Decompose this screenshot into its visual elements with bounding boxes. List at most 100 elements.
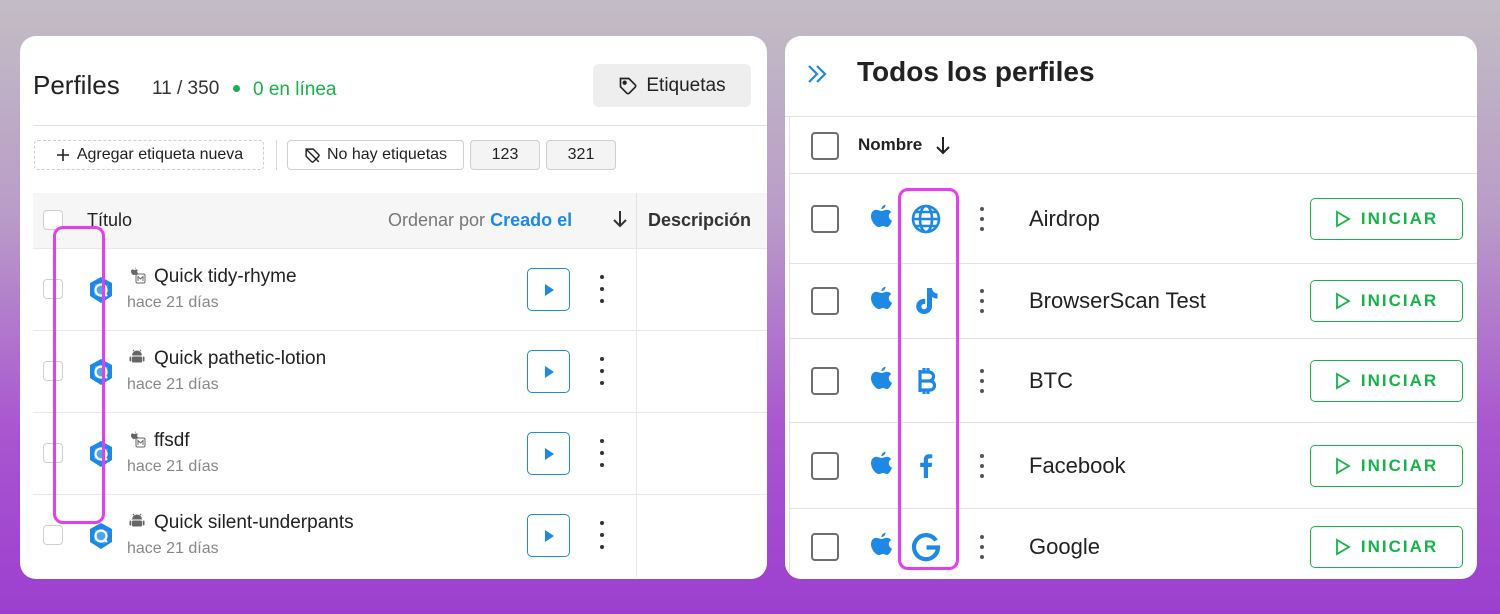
- row-checkbox[interactable]: [811, 532, 839, 561]
- more-options-icon[interactable]: [599, 357, 605, 385]
- no-tags-label: No hay etiquetas: [326, 146, 448, 163]
- more-options-icon[interactable]: [979, 534, 985, 559]
- online-status-dot: [233, 85, 240, 92]
- profile-created-date: hace 21 días: [127, 458, 219, 475]
- row-checkbox[interactable]: [811, 287, 839, 315]
- start-button-label: INICIAR: [1360, 370, 1439, 390]
- apple-icon: [871, 204, 892, 227]
- apple-icon: [871, 532, 892, 555]
- table-row[interactable]: Quick pathetic-lotion hace 21 días: [33, 330, 767, 413]
- play-outline-icon: [1335, 456, 1351, 475]
- row-checkbox[interactable]: [43, 525, 63, 545]
- play-outline-icon: [1335, 371, 1351, 390]
- select-all-checkbox[interactable]: [811, 132, 839, 160]
- profile-name[interactable]: Facebook: [1029, 453, 1126, 479]
- tags-button[interactable]: Etiquetas: [593, 64, 751, 107]
- double-chevron-right-icon[interactable]: [804, 61, 830, 87]
- more-options-icon[interactable]: [599, 521, 605, 549]
- play-icon: [544, 365, 554, 378]
- start-profile-button[interactable]: [527, 350, 570, 393]
- more-options-icon[interactable]: [979, 206, 985, 231]
- more-options-icon[interactable]: [599, 275, 605, 303]
- start-button[interactable]: INICIAR: [1310, 197, 1463, 240]
- play-outline-icon: [1335, 209, 1351, 228]
- profile-name[interactable]: Airdrop: [1029, 206, 1100, 232]
- table-row[interactable]: Quick tidy-rhyme hace 21 días: [33, 248, 767, 331]
- add-tag-button[interactable]: Agregar etiqueta nueva: [34, 140, 264, 170]
- start-profile-button[interactable]: [527, 514, 570, 557]
- table-row[interactable]: BrowserScan Test INICIAR: [790, 263, 1477, 338]
- apple-m-icon: [131, 267, 146, 284]
- table-row[interactable]: Google INICIAR: [790, 508, 1477, 579]
- start-button-label: INICIAR: [1360, 536, 1439, 556]
- start-button[interactable]: INICIAR: [1310, 525, 1463, 568]
- start-profile-button[interactable]: [527, 268, 570, 311]
- profile-name[interactable]: Google: [1029, 534, 1100, 560]
- sort-control[interactable]: Ordenar por Creado el: [388, 210, 572, 231]
- apple-icon: [871, 286, 892, 309]
- no-tags-filter[interactable]: No hay etiquetas: [287, 140, 464, 170]
- arrow-down-icon[interactable]: [611, 208, 629, 230]
- profile-name[interactable]: Quick pathetic-lotion: [154, 348, 326, 370]
- play-outline-icon: [1335, 537, 1351, 556]
- profile-count: 11 / 350: [152, 78, 220, 99]
- more-options-icon[interactable]: [979, 453, 985, 478]
- tag-icon: [620, 77, 637, 94]
- android-icon: [129, 349, 145, 363]
- profile-created-date: hace 21 días: [127, 376, 219, 393]
- all-profiles-panel: Todos los perfiles Nombre Airdrop INICIA…: [785, 36, 1477, 579]
- column-separator: [636, 193, 637, 248]
- tag-off-icon: [305, 147, 320, 163]
- tag-chip[interactable]: 123: [470, 140, 540, 170]
- apple-icon: [871, 451, 892, 474]
- column-separator: [636, 331, 637, 413]
- row-checkbox[interactable]: [811, 451, 839, 480]
- apple-icon: [871, 366, 892, 389]
- divider: [33, 125, 767, 126]
- column-separator: [636, 495, 637, 577]
- table-header: Nombre: [790, 117, 1477, 173]
- arrow-down-icon[interactable]: [932, 134, 954, 156]
- table-row[interactable]: ffsdf hace 21 días: [33, 412, 767, 495]
- start-button-label: INICIAR: [1360, 208, 1439, 228]
- table-row[interactable]: Facebook INICIAR: [790, 422, 1477, 508]
- panel-title: Todos los perfiles: [857, 56, 1095, 87]
- profiles-table: Nombre Airdrop INICIAR BrowserScan Test: [789, 117, 1477, 579]
- table-row[interactable]: Airdrop INICIAR: [790, 173, 1477, 263]
- tags-button-label: Etiquetas: [646, 74, 726, 96]
- start-button[interactable]: INICIAR: [1310, 359, 1463, 402]
- start-button[interactable]: INICIAR: [1310, 280, 1463, 322]
- row-checkbox[interactable]: [811, 366, 839, 395]
- profile-created-date: hace 21 días: [127, 540, 219, 557]
- row-checkbox[interactable]: [811, 204, 839, 233]
- highlight-box-site-icons: [898, 188, 959, 570]
- online-count: 0 en línea: [253, 79, 337, 100]
- more-options-icon[interactable]: [979, 368, 985, 393]
- profile-created-date: hace 21 días: [127, 294, 219, 311]
- sort-field[interactable]: Creado el: [490, 210, 572, 230]
- play-icon: [544, 283, 554, 296]
- name-column-header[interactable]: Nombre: [858, 135, 922, 155]
- start-button-label: INICIAR: [1360, 291, 1439, 310]
- profile-name[interactable]: ffsdf: [154, 430, 190, 452]
- table-row[interactable]: Quick silent-underpants hace 21 días: [33, 494, 767, 577]
- more-options-icon[interactable]: [599, 439, 605, 467]
- table-row[interactable]: BTC INICIAR: [790, 338, 1477, 422]
- highlight-box-app-icons: [53, 226, 105, 524]
- play-outline-icon: [1335, 292, 1351, 310]
- chip-separator: [276, 140, 277, 170]
- start-button[interactable]: INICIAR: [1310, 444, 1463, 487]
- profiles-panel: Perfiles 11 / 350 0 en línea Etiquetas A…: [20, 36, 767, 579]
- start-profile-button[interactable]: [527, 432, 570, 475]
- table-header: Título Ordenar por Creado el Descripción: [33, 193, 767, 248]
- page-title: Perfiles: [33, 70, 120, 100]
- play-icon: [544, 447, 554, 460]
- add-tag-label: Agregar etiqueta nueva: [76, 146, 244, 163]
- profile-name[interactable]: Quick silent-underpants: [154, 512, 354, 534]
- tag-chip[interactable]: 321: [546, 140, 616, 170]
- profile-name[interactable]: BrowserScan Test: [1029, 288, 1206, 314]
- profile-name[interactable]: Quick tidy-rhyme: [154, 266, 297, 288]
- profile-name[interactable]: BTC: [1029, 368, 1073, 394]
- description-column-header: Descripción: [648, 210, 752, 230]
- more-options-icon[interactable]: [979, 289, 985, 313]
